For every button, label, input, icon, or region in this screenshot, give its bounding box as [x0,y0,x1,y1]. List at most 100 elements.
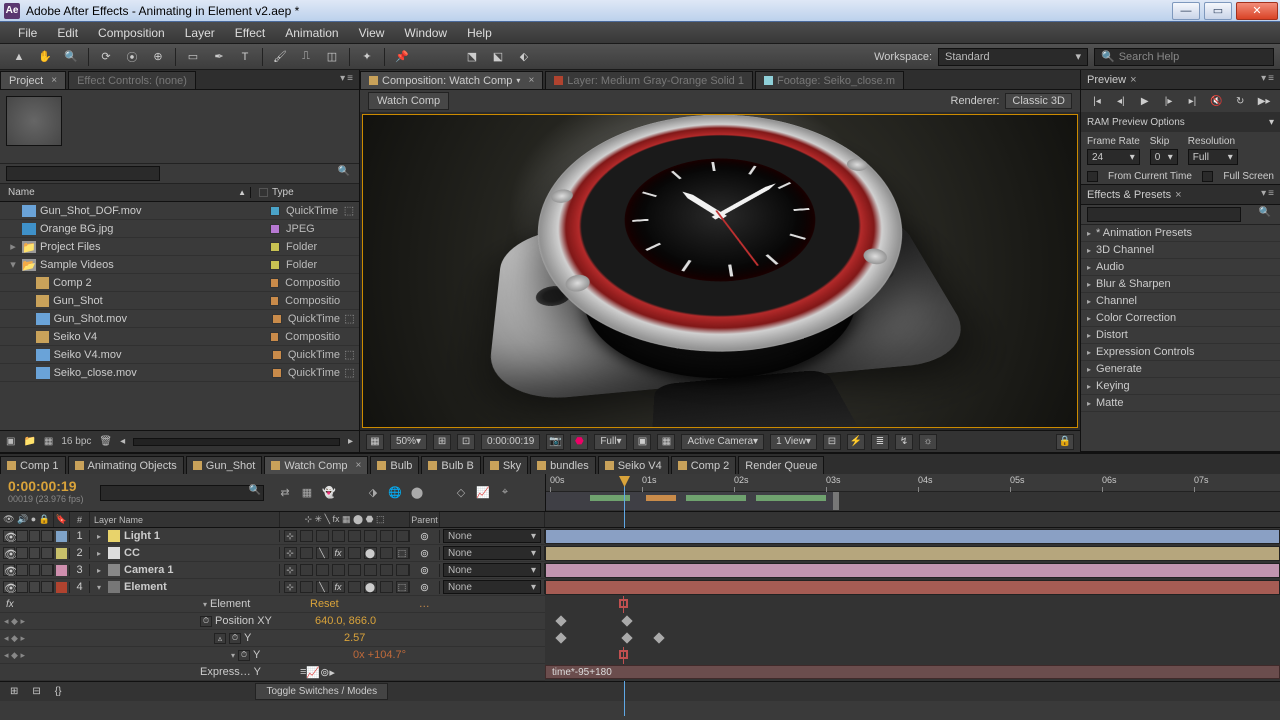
minimize-button[interactable]: — [1172,2,1200,20]
eraser-tool-icon[interactable]: ◫ [321,47,343,67]
timeline-tab[interactable]: Bulb B [421,456,480,474]
new-comp-icon[interactable]: ▦ [44,436,53,447]
menu-help[interactable]: Help [457,22,502,44]
frame-blend-icon[interactable]: ⬗ [364,484,382,502]
preview-panel-tab[interactable]: Preview×▾≡ [1081,70,1280,90]
clone-tool-icon[interactable]: ⎍ [295,47,317,67]
world-axis-icon[interactable]: ⬕ [487,47,509,67]
expr-graph-icon[interactable]: 📈 [306,666,320,679]
graph-editor-icon[interactable]: 📈 [474,484,492,502]
panel-menu-icon[interactable]: ▾≡ [340,73,355,84]
menu-composition[interactable]: Composition [88,22,175,44]
comp-flow-icon[interactable]: ↯ [895,434,913,450]
project-item[interactable]: Gun_Shot.movQuickTime⬚ [0,310,359,328]
rotation-tool-icon[interactable]: ⟳ [95,47,117,67]
rectangle-tool-icon[interactable]: ▭ [182,47,204,67]
layer-bar[interactable] [545,563,1280,578]
from-current-checkbox[interactable] [1087,171,1098,182]
property-row[interactable]: Express… Y≡ 📈 ⊚ ▸ [0,664,545,681]
property-row[interactable]: fx▾ElementReset… [0,596,545,613]
puppet-tool-icon[interactable]: 📌 [391,47,413,67]
time-ruler[interactable]: 00s01s02s03s04s05s06s07s [545,474,1280,511]
prev-frame-icon[interactable]: ◂| [1112,93,1130,109]
work-area-end[interactable] [833,492,839,510]
parent-pickwhip-icon[interactable]: ⊚ [410,547,440,560]
new-folder-icon[interactable]: 📁 [23,436,35,447]
timeline-tab[interactable]: Sky [483,456,528,474]
parent-pickwhip-icon[interactable]: ⊚ [410,564,440,577]
resolution-dropdown[interactable]: Full ▾ [594,434,627,450]
visibility-toggle[interactable]: 👁 [3,547,15,559]
timeline-search-input[interactable] [100,485,264,501]
frame-rate-dropdown[interactable]: 24▾ [1087,149,1140,165]
project-list[interactable]: Gun_Shot_DOF.movQuickTime⬚Orange BG.jpgJ… [0,202,359,430]
scroll-left-icon[interactable]: ◂ [120,436,125,447]
timeline-tab[interactable]: Comp 2 [671,456,737,474]
search-help-input[interactable]: 🔍Search Help [1094,48,1274,66]
menu-window[interactable]: Window [394,22,457,44]
timeline-tab[interactable]: Animating Objects [68,456,184,474]
brackets-icon[interactable]: {} [55,686,62,697]
col-type[interactable]: Type [272,187,294,198]
parent-dropdown[interactable]: None▾ [443,580,541,594]
play-icon[interactable]: ▶ [1136,93,1154,109]
text-tool-icon[interactable]: T [234,47,256,67]
comp-tab[interactable]: Composition: Watch Comp ▾× [360,71,543,89]
stopwatch-icon[interactable]: ⏱ [229,633,241,644]
label-color-icon[interactable] [259,188,268,197]
stopwatch-icon[interactable]: ⏱ [200,616,212,627]
renderer-dropdown[interactable]: Classic 3D [1005,93,1072,109]
project-item[interactable]: Orange BG.jpgJPEG [0,220,359,238]
project-item[interactable]: ▸📁Project FilesFolder [0,238,359,256]
motion-blur-icon[interactable]: 🌐 [386,484,404,502]
pen-tool-icon[interactable]: ✒ [208,47,230,67]
timeline-tab[interactable]: Seiko V4 [598,456,669,474]
effect-controls-tab[interactable]: Effect Controls: (none) [68,71,196,89]
draft3d-icon[interactable]: ▦ [298,484,316,502]
interpret-icon[interactable]: ▣ [6,436,15,447]
exposure-icon[interactable]: ☼ [919,434,937,450]
close-button[interactable]: ✕ [1236,2,1278,20]
roi-icon[interactable]: ▣ [633,434,651,450]
layer-bar[interactable] [545,546,1280,561]
parent-dropdown[interactable]: None▾ [443,546,541,560]
project-item[interactable]: Seiko V4Compositio [0,328,359,346]
parent-dropdown[interactable]: None▾ [443,563,541,577]
mute-icon[interactable]: 🔇 [1207,93,1225,109]
resolution-icon[interactable]: ⊞ [433,434,451,450]
current-time[interactable]: 0:00:00:19 [481,434,540,450]
effects-category[interactable]: Blur & Sharpen [1081,276,1280,293]
effects-panel-tab[interactable]: Effects & Presets×▾≡ [1081,185,1280,205]
maximize-button[interactable]: ▭ [1204,2,1232,20]
effects-category[interactable]: Color Correction [1081,310,1280,327]
effects-category[interactable]: Generate [1081,361,1280,378]
last-frame-icon[interactable]: ▸| [1183,93,1201,109]
fast-draft-icon[interactable]: ⚡ [847,434,865,450]
effects-category[interactable]: Matte [1081,395,1280,412]
keyframe[interactable] [621,615,632,626]
auto-keyframe-icon[interactable]: ◇ [452,484,470,502]
property-row[interactable]: ◂ ◆ ▸▵⏱Y2.57 [0,630,545,647]
keyframe[interactable] [555,632,566,643]
curl-icon[interactable]: ⊟ [32,686,40,697]
layer-bar[interactable] [545,580,1280,595]
effects-category[interactable]: 3D Channel [1081,242,1280,259]
timeline-tab[interactable]: Gun_Shot [186,456,263,474]
timeline-tab[interactable]: Render Queue [738,456,824,474]
comp-tab[interactable]: Footage: Seiko_close.m [755,71,904,89]
timeline-tab[interactable]: Bulb [370,456,419,474]
visibility-toggle[interactable]: 👁 [3,581,15,593]
menu-file[interactable]: File [8,22,47,44]
trash-icon[interactable]: 🗑 [99,436,112,447]
project-item[interactable]: Gun_Shot_DOF.movQuickTime⬚ [0,202,359,220]
comp-tab[interactable]: Layer: Medium Gray-Orange Solid 1 [545,71,753,89]
comp-mini-icon[interactable]: ⇄ [276,484,294,502]
pan-behind-tool-icon[interactable]: ⊕ [147,47,169,67]
pixel-aspect-icon[interactable]: ⊟ [823,434,841,450]
project-tab[interactable]: Project× [0,71,66,89]
layer-row[interactable]: 👁3▸Camera 1⊹⊚None▾ [0,562,545,579]
expand-icon[interactable]: ⊞ [10,686,18,697]
breadcrumb-current[interactable]: Watch Comp [368,92,449,110]
view-layout-dropdown[interactable]: 1 View ▾ [770,434,817,450]
3d-view-dropdown[interactable]: Active Camera ▾ [681,434,764,450]
